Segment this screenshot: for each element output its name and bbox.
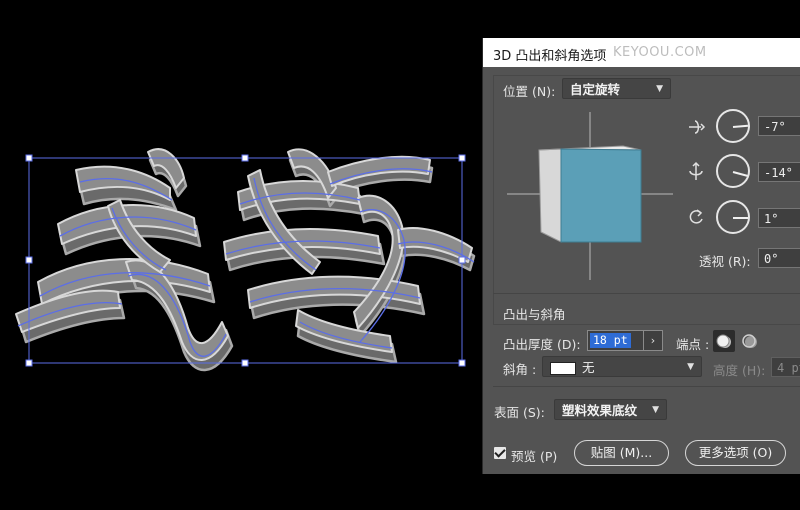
dialog-titlebar[interactable]: 3D 凸出和斜角选项 KEYOOU.COM — [483, 38, 800, 67]
map-button[interactable]: 贴图 (M)... — [574, 440, 669, 466]
bevel-select-value: 无 — [581, 360, 595, 375]
chevron-down-icon: ▼ — [656, 84, 663, 94]
z-axis-rotate-icon — [689, 209, 703, 224]
extruded-calligraphy-artwork[interactable] — [15, 148, 476, 372]
extrude-bevel-dialog: 3D 凸出和斜角选项 KEYOOU.COM 位置 (N): 自定旋转 ▼ -7°… — [482, 38, 800, 474]
chevron-down-icon: ▼ — [652, 405, 659, 415]
extrude-depth-label: 凸出厚度 (D): — [503, 337, 581, 352]
y-rotation-dial[interactable] — [716, 154, 750, 188]
preview-label: 预览 (P) — [511, 449, 558, 464]
z-rotation-field[interactable]: 1° — [758, 208, 800, 228]
extrude-depth-value: 18 pt — [590, 333, 631, 348]
bevel-height-field: 4 pt — [771, 357, 800, 377]
position-select[interactable]: 自定旋转 ▼ — [562, 78, 671, 99]
y-rotation-field[interactable]: -14° — [758, 162, 800, 182]
bevel-select[interactable]: 无 ▼ — [542, 356, 702, 377]
watermark-text: KEYOOU.COM — [613, 45, 707, 60]
artboard-canvas[interactable] — [0, 0, 482, 510]
cap-label: 端点 : — [676, 337, 710, 352]
bevel-label: 斜角 : — [503, 362, 537, 377]
position-select-value: 自定旋转 — [570, 82, 621, 97]
surface-label: 表面 (S): — [494, 405, 545, 420]
more-options-button[interactable]: 更多选项 (O) — [685, 440, 786, 466]
cap-hollow-icon — [742, 334, 757, 348]
z-rotation-dial[interactable] — [716, 200, 750, 234]
depth-slider-arrow-icon[interactable]: › — [643, 331, 662, 350]
section-divider — [493, 293, 800, 294]
preview-toggle[interactable]: 预览 (P) — [494, 446, 574, 464]
rotation-cube[interactable] — [538, 145, 642, 243]
surface-select[interactable]: 塑料效果底纹 ▼ — [554, 399, 667, 420]
preview-checkbox[interactable] — [494, 447, 506, 459]
extrude-depth-field[interactable]: 18 pt › — [587, 330, 663, 351]
perspective-label: 透视 (R): — [699, 254, 751, 269]
dialog-title: 3D 凸出和斜角选项 — [493, 49, 607, 64]
bevel-swatch — [550, 362, 576, 375]
perspective-field[interactable]: 0° — [758, 248, 800, 268]
cap-off-button[interactable] — [739, 330, 761, 352]
chevron-down-icon: ▼ — [687, 362, 694, 372]
position-label: 位置 (N): — [503, 84, 556, 99]
bevel-height-label: 高度 (H): — [713, 363, 766, 378]
y-axis-rotate-icon — [689, 161, 703, 180]
cap-solid-icon — [716, 334, 731, 348]
extrude-section-title: 凸出与斜角 — [503, 307, 566, 322]
x-rotation-field[interactable]: -7° — [758, 116, 800, 136]
x-rotation-dial[interactable] — [716, 109, 750, 143]
cap-on-button[interactable] — [713, 330, 735, 352]
rotation-trackball[interactable] — [505, 110, 675, 282]
surface-select-value: 塑料效果底纹 — [562, 403, 638, 418]
x-axis-rotate-icon — [689, 120, 706, 134]
section-divider — [493, 386, 800, 387]
